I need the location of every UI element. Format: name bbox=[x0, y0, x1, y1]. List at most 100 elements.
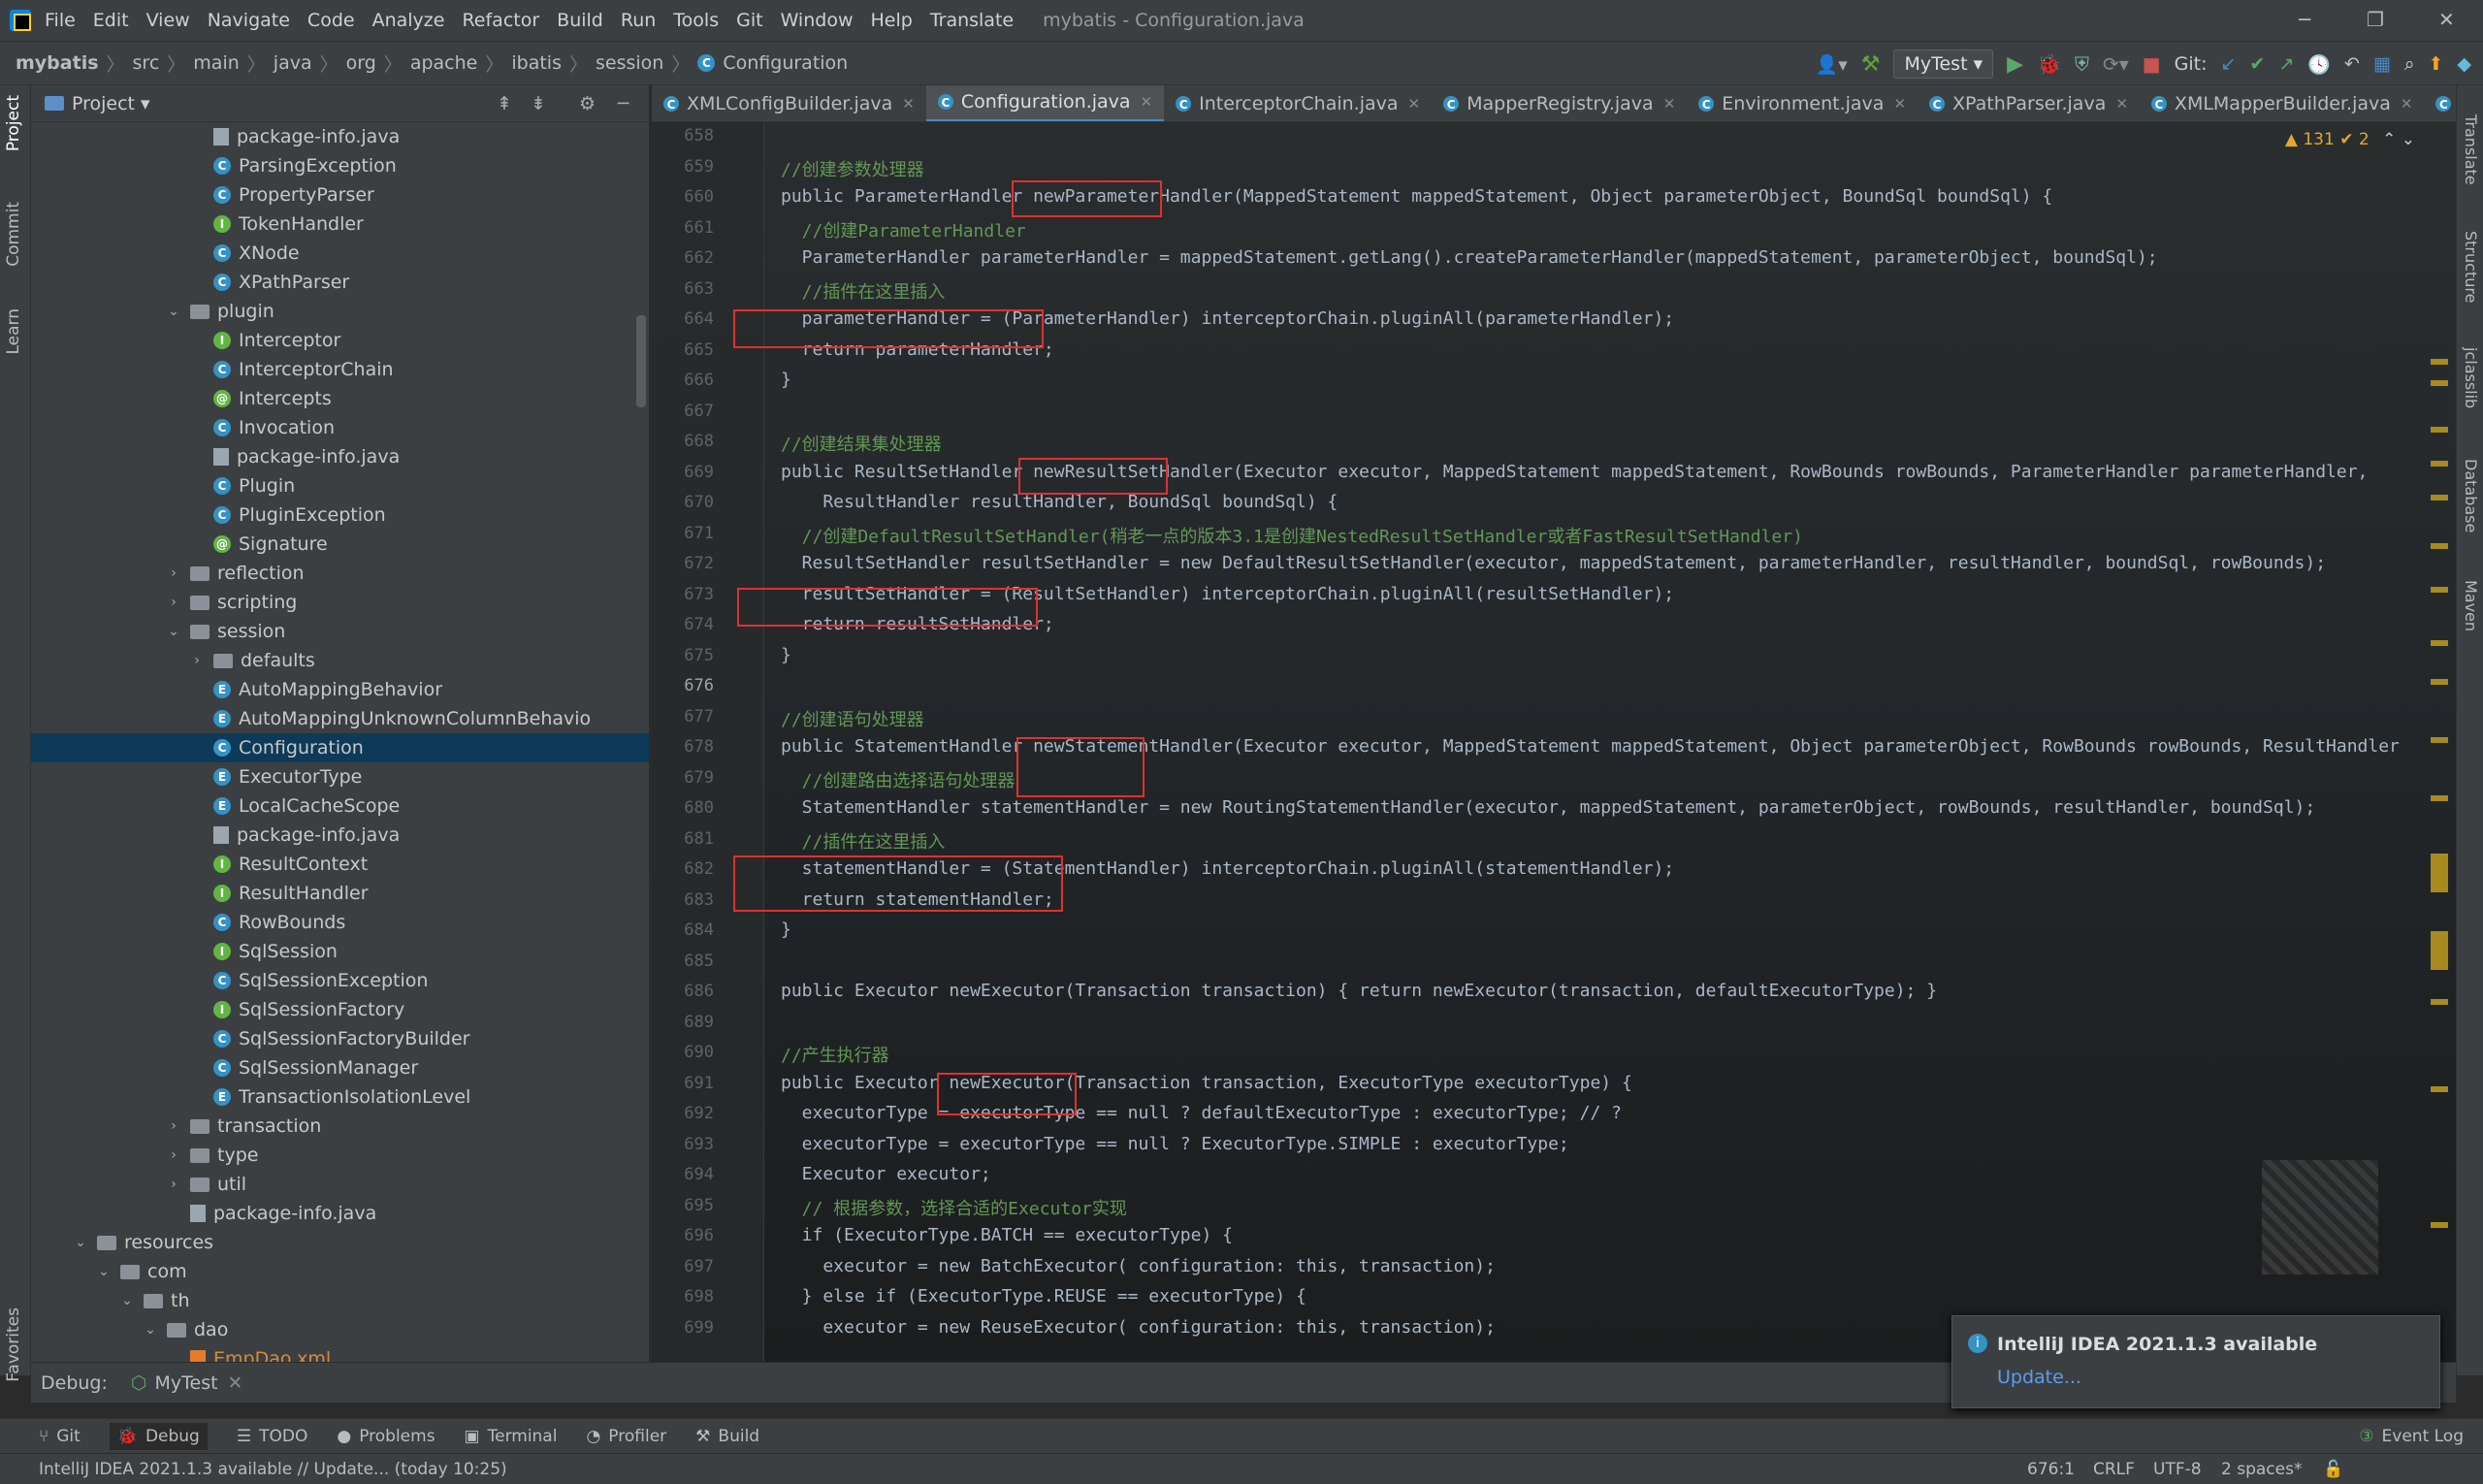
menu-edit[interactable]: Edit bbox=[93, 10, 129, 31]
build-hammer-icon[interactable]: ⚒ bbox=[1861, 52, 1881, 77]
project-tool-tab[interactable]: Project bbox=[4, 95, 23, 151]
tree-file-item[interactable]: C SqlSessionManager bbox=[31, 1053, 649, 1082]
tree-file-item[interactable]: E ExecutorType bbox=[31, 762, 649, 791]
coverage-icon[interactable]: ⛨ bbox=[2075, 52, 2089, 76]
close-tab-icon[interactable]: ✕ bbox=[902, 95, 915, 113]
editor-tab[interactable]: C Environment.java ✕ bbox=[1687, 85, 1918, 121]
tree-file-item[interactable]: I SqlSession bbox=[31, 937, 649, 966]
menu-translate[interactable]: Translate bbox=[930, 10, 1014, 31]
chevron-right-icon[interactable]: › bbox=[165, 1177, 182, 1192]
menu-refactor[interactable]: Refactor bbox=[462, 10, 539, 31]
tree-file-item[interactable]: C RowBounds bbox=[31, 908, 649, 937]
tree-file-item[interactable]: I ResultContext bbox=[31, 850, 649, 879]
breadcrumb-session[interactable]: session bbox=[596, 52, 663, 74]
tree-file-item[interactable]: @ Signature bbox=[31, 530, 649, 559]
breadcrumb-apache[interactable]: apache bbox=[410, 52, 478, 74]
chevron-down-icon[interactable]: ⌄ bbox=[165, 624, 182, 639]
tree-folder-item[interactable]: ⌄ th bbox=[31, 1286, 649, 1315]
todo-tool-button[interactable]: ☰ TODO bbox=[237, 1427, 308, 1446]
inspection-widget[interactable]: ▲ 131 ✔ 2 ⌃ ⌄ bbox=[2285, 130, 2415, 149]
tree-file-item[interactable]: I Interceptor bbox=[31, 326, 649, 355]
history-icon[interactable]: 🕓 bbox=[2307, 53, 2331, 76]
close-debug-tab-icon[interactable]: ✕ bbox=[228, 1372, 243, 1394]
tree-folder-item[interactable]: ⌄ plugin bbox=[31, 297, 649, 326]
git-tool-button[interactable]: ⑂ Git bbox=[39, 1427, 81, 1446]
tree-folder-item[interactable]: ⌄ com bbox=[31, 1257, 649, 1286]
debug-config-tab[interactable]: MyTest bbox=[154, 1372, 217, 1394]
tree-file-item[interactable]: package-info.java bbox=[31, 122, 649, 151]
editor-tab[interactable]: C XMLConfigBuilder.java ✕ bbox=[652, 85, 926, 121]
tree-folder-item[interactable]: › scripting bbox=[31, 588, 649, 617]
tree-file-item[interactable]: E AutoMappingBehavior bbox=[31, 675, 649, 704]
tree-file-item[interactable]: I ResultHandler bbox=[31, 879, 649, 908]
close-tab-icon[interactable]: ✕ bbox=[1663, 95, 1676, 113]
breadcrumb-src[interactable]: src bbox=[133, 52, 160, 74]
menu-code[interactable]: Code bbox=[307, 10, 355, 31]
tree-folder-item[interactable]: › transaction bbox=[31, 1112, 649, 1141]
caret-position[interactable]: 676:1 bbox=[2027, 1460, 2075, 1479]
breadcrumb-project[interactable]: mybatis bbox=[16, 52, 99, 74]
debug-tool-button[interactable]: 🐞 Debug bbox=[109, 1422, 208, 1450]
chevron-down-icon[interactable]: ⌄ bbox=[72, 1235, 89, 1250]
editor-tab[interactable]: C InterceptorChain.java ✕ bbox=[1164, 85, 1432, 121]
menu-window[interactable]: Window bbox=[781, 10, 854, 31]
tree-file-item[interactable]: package-info.java bbox=[31, 1199, 649, 1228]
tree-folder-item[interactable]: › util bbox=[31, 1170, 649, 1199]
tree-file-item[interactable]: E AutoMappingUnknownColumnBehavio bbox=[31, 704, 649, 733]
breadcrumb-org[interactable]: org bbox=[346, 52, 376, 74]
settings-gear-icon[interactable]: ⚙ bbox=[579, 93, 596, 114]
menu-run[interactable]: Run bbox=[621, 10, 656, 31]
commit-tool-tab[interactable]: Commit bbox=[4, 202, 23, 267]
close-icon[interactable]: ✕ bbox=[2438, 8, 2455, 31]
tree-file-item[interactable]: C PropertyParser bbox=[31, 180, 649, 210]
close-tab-icon[interactable]: ✕ bbox=[1141, 93, 1153, 111]
tree-file-item[interactable]: package-info.java bbox=[31, 442, 649, 471]
chevron-down-icon[interactable]: ⌄ bbox=[95, 1264, 113, 1279]
menu-help[interactable]: Help bbox=[870, 10, 912, 31]
tree-file-item[interactable]: C Invocation bbox=[31, 413, 649, 442]
run-icon[interactable]: ▶ bbox=[2007, 52, 2023, 77]
tree-file-item[interactable]: I TokenHandler bbox=[31, 210, 649, 239]
event-log-button[interactable]: ③ Event Log bbox=[2359, 1427, 2464, 1446]
tree-file-item[interactable]: C SqlSessionFactoryBuilder bbox=[31, 1024, 649, 1053]
search-icon[interactable]: ⌕ bbox=[2404, 53, 2415, 75]
close-tab-icon[interactable]: ✕ bbox=[2115, 95, 2128, 113]
indent-setting[interactable]: 2 spaces* bbox=[2221, 1460, 2302, 1479]
editor-tab[interactable]: C XPathParser.java ✕ bbox=[1918, 85, 2140, 121]
editor-tab[interactable]: C Configuration.java ✕ bbox=[925, 85, 1165, 121]
menu-tools[interactable]: Tools bbox=[673, 10, 719, 31]
tree-folder-item[interactable]: › defaults bbox=[31, 646, 649, 675]
tree-file-item[interactable]: C ParsingException bbox=[31, 151, 649, 180]
git-push-icon[interactable]: ↗ bbox=[2278, 53, 2294, 75]
update-link[interactable]: Update... bbox=[1997, 1367, 2081, 1388]
chevron-down-icon[interactable]: ⌄ bbox=[165, 304, 182, 319]
tree-folder-item[interactable]: ⌄ dao bbox=[31, 1315, 649, 1344]
tree-file-item[interactable]: I SqlSessionFactory bbox=[31, 995, 649, 1024]
minimize-icon[interactable]: ─ bbox=[2299, 8, 2310, 31]
menu-build[interactable]: Build bbox=[557, 10, 603, 31]
chevron-right-icon[interactable]: › bbox=[165, 595, 182, 610]
jetbrains-toolbox-icon[interactable]: ◆ bbox=[2457, 53, 2471, 75]
code-editor[interactable]: 658 659 660 661 662 663 664 665 666 667 668 669 670 6… bbox=[652, 122, 2456, 1362]
ide-update-icon[interactable]: ⬆ bbox=[2428, 53, 2443, 75]
lock-icon[interactable]: 🔓 bbox=[2323, 1460, 2343, 1479]
project-scrollbar[interactable] bbox=[636, 315, 646, 407]
menu-navigate[interactable]: Navigate bbox=[208, 10, 290, 31]
breadcrumb-java[interactable]: java bbox=[274, 52, 312, 74]
tree-folder-item[interactable]: › reflection bbox=[31, 559, 649, 588]
profile-icon[interactable]: ⟳▾ bbox=[2103, 52, 2129, 76]
structure-tool-tab[interactable]: Structure bbox=[2462, 231, 2480, 303]
rollback-icon[interactable]: ↶ bbox=[2344, 53, 2360, 75]
tree-file-item[interactable]: E TransactionIsolationLevel bbox=[31, 1082, 649, 1112]
tree-file-item[interactable]: C InterceptorChain bbox=[31, 355, 649, 384]
chevron-down-icon[interactable]: ⌄ bbox=[118, 1293, 136, 1308]
status-message[interactable]: IntelliJ IDEA 2021.1.3 available // Upda… bbox=[39, 1460, 507, 1479]
menu-view[interactable]: View bbox=[146, 10, 190, 31]
tree-file-item[interactable]: C Configuration bbox=[31, 733, 649, 762]
user-icon[interactable]: 👤▾ bbox=[1816, 53, 1848, 76]
tree-file-item[interactable]: C SqlSessionException bbox=[31, 966, 649, 995]
profiler-tool-button[interactable]: ◔ Profiler bbox=[586, 1427, 666, 1446]
tree-file-item[interactable]: C XPathParser bbox=[31, 268, 649, 297]
editor-tab[interactable]: C MapperRegistry.java ✕ bbox=[1432, 85, 1687, 121]
breadcrumb-configuration[interactable]: Configuration bbox=[723, 52, 848, 74]
